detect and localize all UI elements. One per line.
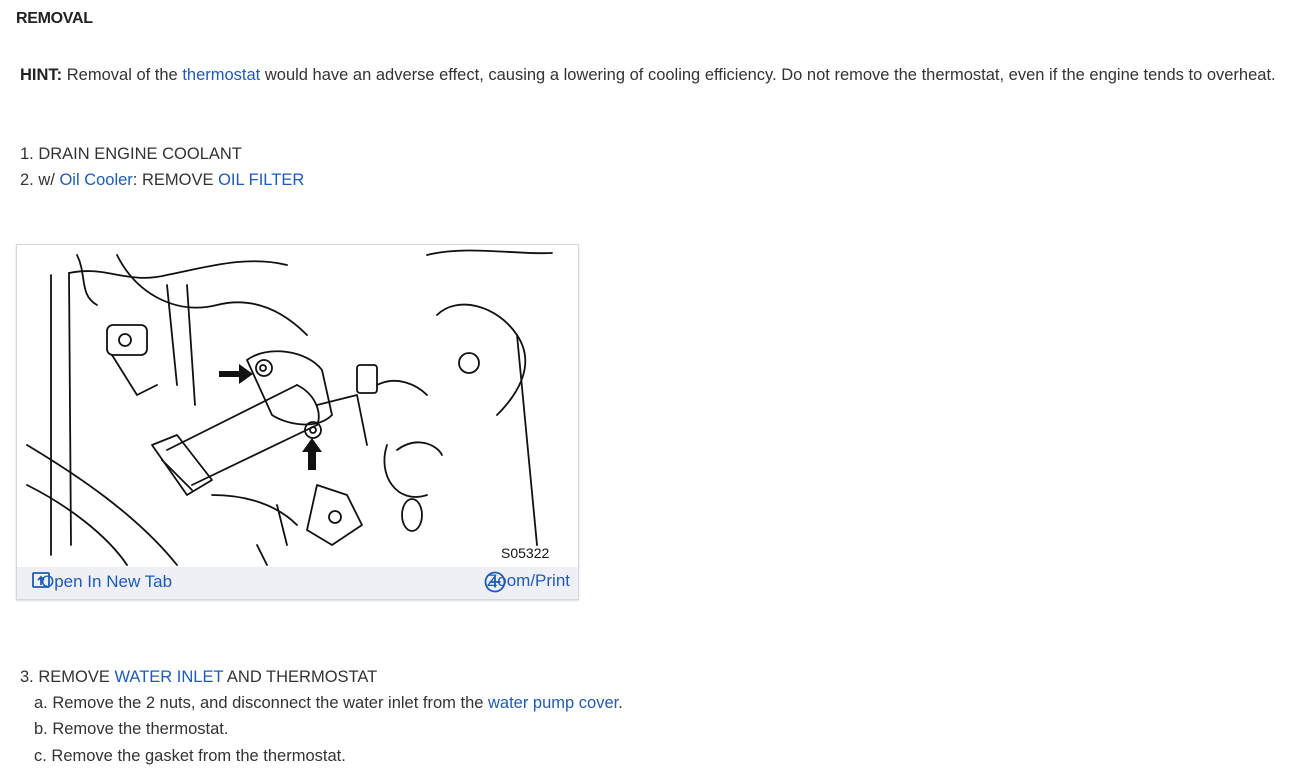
zoom-print-link[interactable]: Zoom/Print [484, 571, 570, 593]
step-2-mid: : REMOVE [132, 171, 219, 189]
step-3-prefix: 3. REMOVE [20, 668, 115, 686]
thermostat-link[interactable]: thermostat [182, 66, 260, 84]
figure-toolbar: Open In New Tab Zoom/Print [17, 567, 578, 599]
step-3: 3. REMOVE WATER INLET AND THERMOSTAT [20, 664, 377, 690]
step-3-suffix: AND THERMOSTAT [223, 668, 378, 686]
step-3c: c. Remove the gasket from the thermostat… [34, 747, 346, 765]
step-3a-suffix: . [618, 694, 623, 712]
hint-text-after: would have an adverse effect, causing a … [260, 66, 1276, 84]
step-3a: a. Remove the 2 nuts, and disconnect the… [34, 690, 623, 716]
step-3b: b. Remove the thermostat. [34, 720, 229, 738]
figure-container: S05322 Open In New Tab Zoom/Print [16, 244, 579, 600]
water-inlet-link[interactable]: WATER INLET [114, 668, 223, 686]
oil-cooler-link[interactable]: Oil Cooler [59, 171, 132, 189]
hint-paragraph: HINT: Removal of the thermostat would ha… [16, 62, 1302, 88]
step-2-prefix: 2. w/ [20, 171, 60, 189]
callout-arrows [219, 364, 322, 470]
up-arrow-icon [302, 438, 322, 470]
step-3a-prefix: a. Remove the 2 nuts, and disconnect the… [34, 694, 488, 712]
figure-code: S05322 [501, 545, 550, 561]
hint-label: HINT: [20, 66, 63, 84]
open-new-tab-link[interactable]: Open In New Tab [32, 572, 172, 592]
oil-filter-link[interactable]: OIL FILTER [218, 171, 304, 189]
open-new-tab-label: Open In New Tab [41, 572, 173, 591]
right-arrow-icon [219, 364, 253, 384]
step-2: 2. w/ Oil Cooler: REMOVE OIL FILTER [20, 167, 304, 193]
section-heading: REMOVAL [16, 10, 93, 27]
water-pump-cover-link[interactable]: water pump cover [488, 694, 618, 712]
hint-text-before: Removal of the [62, 66, 183, 84]
step-1: 1. DRAIN ENGINE COOLANT [20, 145, 242, 163]
